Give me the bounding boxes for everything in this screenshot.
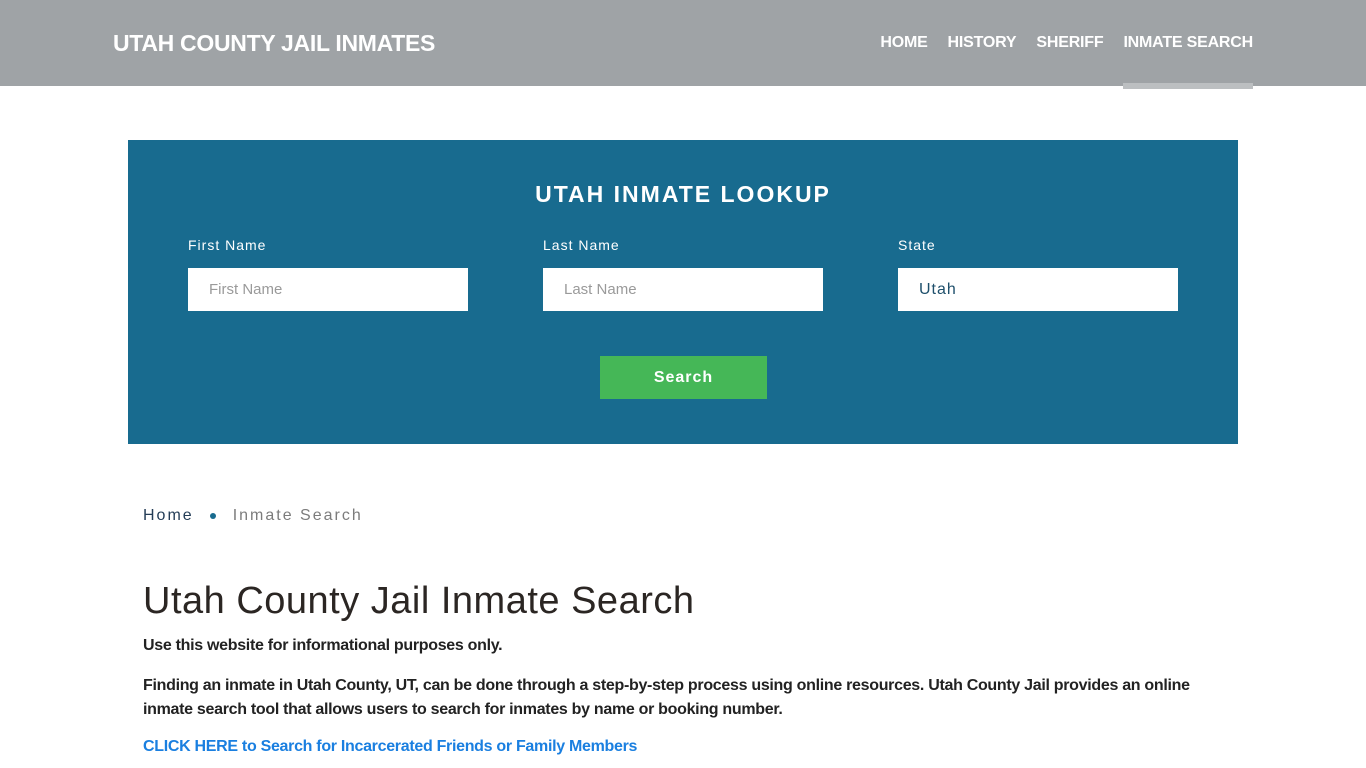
last-name-input[interactable] xyxy=(543,268,823,311)
nav-inmate-search[interactable]: INMATE SEARCH xyxy=(1123,0,1253,89)
breadcrumb: Home Inmate Search xyxy=(143,507,363,525)
nav-sheriff[interactable]: SHERIFF xyxy=(1036,0,1103,86)
lookup-title: UTAH INMATE LOOKUP xyxy=(535,181,831,207)
site-logo[interactable]: UTAH COUNTY JAIL INMATES xyxy=(113,30,435,57)
search-button[interactable]: Search xyxy=(600,356,767,399)
site-header: UTAH COUNTY JAIL INMATES HOME HISTORY SH… xyxy=(0,0,1366,89)
main-nav: HOME HISTORY SHERIFF INMATE SEARCH xyxy=(860,0,1253,89)
state-input[interactable] xyxy=(898,268,1178,311)
breadcrumb-home[interactable]: Home xyxy=(143,507,194,525)
breadcrumb-separator-icon xyxy=(209,513,216,519)
nav-history[interactable]: HISTORY xyxy=(948,0,1017,86)
page-title: Utah County Jail Inmate Search xyxy=(143,580,695,622)
nav-home[interactable]: HOME xyxy=(880,0,927,86)
intro-text: Finding an inmate in Utah County, UT, ca… xyxy=(143,677,1190,718)
state-label: State xyxy=(898,237,936,253)
search-friends-link[interactable]: CLICK HERE to Search for Incarcerated Fr… xyxy=(143,738,637,756)
disclaimer-text: Use this website for informational purpo… xyxy=(143,637,503,654)
last-name-label: Last Name xyxy=(543,237,620,253)
first-name-label: First Name xyxy=(188,237,267,253)
first-name-input[interactable] xyxy=(188,268,468,311)
breadcrumb-current: Inmate Search xyxy=(232,507,363,524)
